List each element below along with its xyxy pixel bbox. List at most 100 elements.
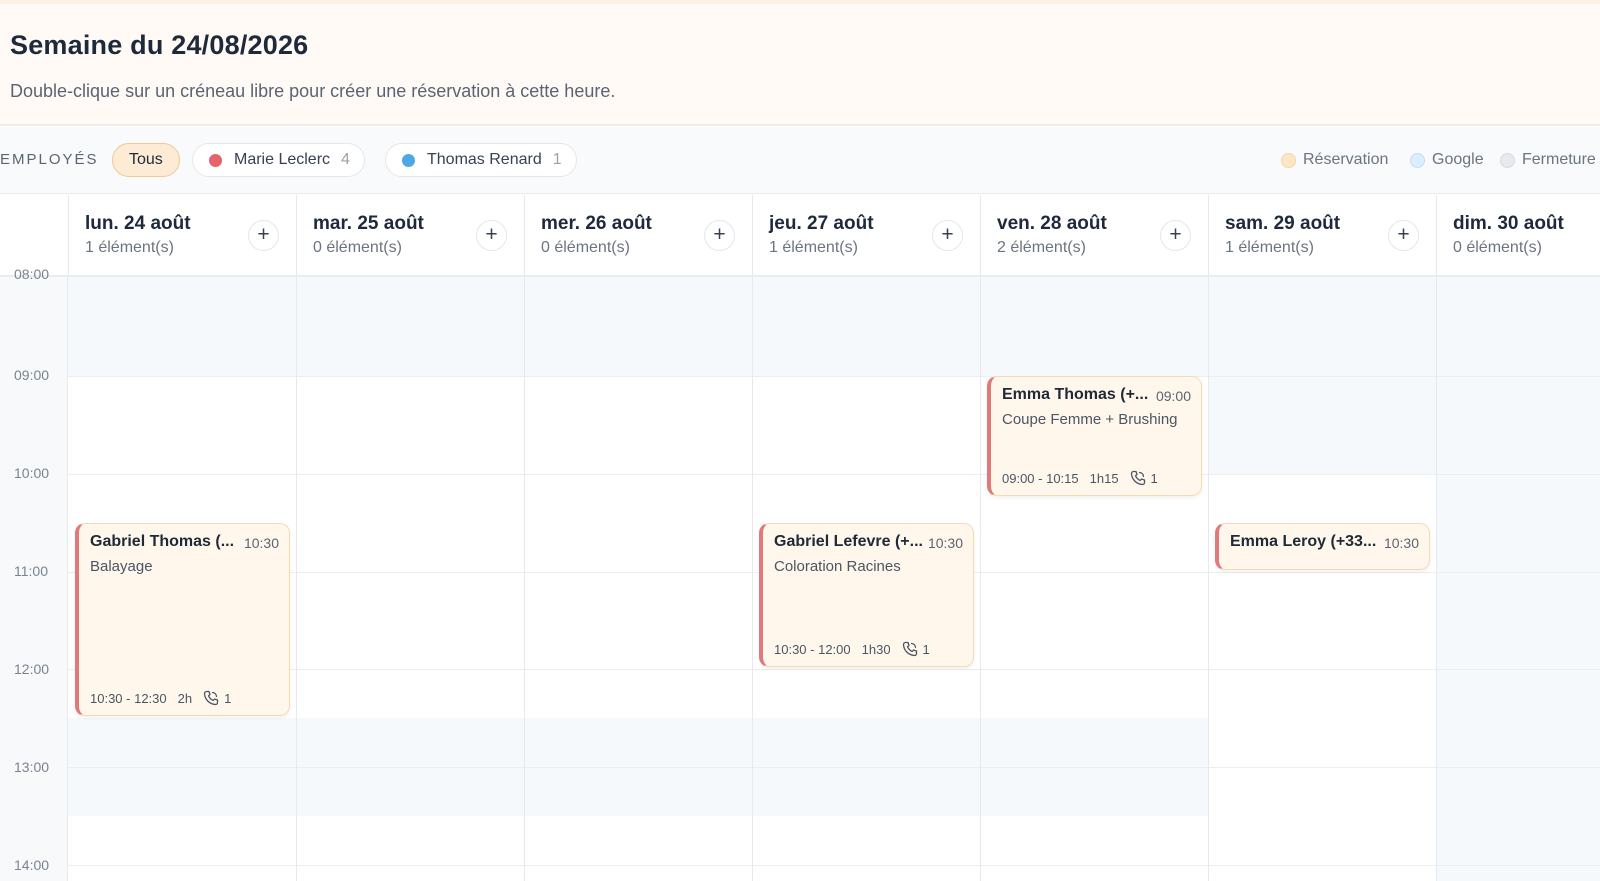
day-item-count: 1 élément(s) <box>769 239 858 256</box>
day-column-divider <box>524 277 525 881</box>
booking-footer: 09:00 - 10:15 1h15 1 <box>1002 470 1158 486</box>
day-item-count: 0 élément(s) <box>541 239 630 256</box>
day-item-count: 1 élément(s) <box>85 239 174 256</box>
day-item-count: 2 élément(s) <box>997 239 1086 256</box>
day-column-divider <box>296 277 297 881</box>
employees-filter-label: EMPLOYÉS <box>0 151 99 168</box>
hour-line <box>68 669 1600 670</box>
add-booking-button[interactable]: + <box>1388 220 1419 251</box>
day-name: mer. 26 août <box>541 213 652 234</box>
booking-client-name: Gabriel Lefevre (+... <box>774 533 923 550</box>
hour-label: 12:00 <box>14 661 50 677</box>
booking-service: Balayage <box>90 558 153 575</box>
filter-chip-all-label: Tous <box>129 151 163 168</box>
day-name: jeu. 27 août <box>769 213 874 234</box>
booking-call-count: 1 <box>224 690 232 706</box>
booking-service: Coloration Racines <box>774 558 901 575</box>
employee-color-dot <box>402 153 415 167</box>
time-gutter-header <box>0 195 68 277</box>
day-item-count: 1 élément(s) <box>1225 239 1314 256</box>
legend-dot-google <box>1410 152 1425 168</box>
day-column-divider <box>980 277 981 881</box>
hour-label: 13:00 <box>14 759 50 775</box>
day-column-divider <box>1436 277 1437 881</box>
booking-start-time: 10:30 <box>927 535 963 551</box>
closed-slot <box>1436 277 1600 881</box>
hour-line <box>68 767 1600 768</box>
hour-line <box>68 474 1600 475</box>
booking-client-name: Emma Leroy (+33... <box>1230 533 1377 550</box>
filter-chip-all[interactable]: Tous <box>112 143 180 177</box>
filter-chip-thomas-renard[interactable]: Thomas Renard 1 <box>385 143 577 177</box>
booking-duration: 1h15 <box>1089 470 1119 486</box>
day-name: ven. 28 août <box>997 213 1107 234</box>
booking-footer: 10:30 - 12:00 1h30 1 <box>774 641 930 657</box>
booking-time-range: 09:00 - 10:15 <box>1002 470 1079 486</box>
booking-card[interactable]: Gabriel Lefevre (+... 10:30 Coloration R… <box>759 523 974 667</box>
day-header-tuesday: mar. 25 août 0 élément(s) + <box>296 195 524 277</box>
filter-chip-marie-leclerc[interactable]: Marie Leclerc 4 <box>192 143 365 177</box>
employee-count: 1 <box>552 151 562 168</box>
legend-reservation: Réservation <box>1281 151 1388 169</box>
time-gutter: 08:00 09:00 10:00 11:00 12:00 13:00 14:0… <box>0 266 68 881</box>
employee-name: Thomas Renard <box>427 151 542 168</box>
day-name: mar. 25 août <box>313 213 424 234</box>
booking-time-range: 10:30 - 12:30 <box>90 690 167 706</box>
phone-icon <box>203 690 219 706</box>
day-column-divider <box>1208 277 1209 881</box>
page-subtitle: Double-clique sur un créneau libre pour … <box>10 81 616 101</box>
day-column-divider <box>752 277 753 881</box>
employee-color-dot <box>209 153 222 167</box>
day-header-monday: lun. 24 août 1 élément(s) + <box>68 195 296 277</box>
legend-dot-reservation <box>1281 152 1296 168</box>
employee-filter-bar: EMPLOYÉS Tous Marie Leclerc 4 Thomas Ren… <box>0 127 1600 194</box>
employee-name: Marie Leclerc <box>234 151 331 168</box>
add-booking-button[interactable]: + <box>1160 220 1191 251</box>
day-header-friday: ven. 28 août 2 élément(s) + <box>980 195 1208 277</box>
hour-line <box>68 376 1600 377</box>
legend-label: Google <box>1432 151 1484 168</box>
add-booking-button[interactable]: + <box>476 220 507 251</box>
booking-start-time: 10:30 <box>243 535 279 551</box>
week-time-grid[interactable]: 08:00 09:00 10:00 11:00 12:00 13:00 14:0… <box>0 266 1600 881</box>
day-item-count: 0 élément(s) <box>1453 239 1542 256</box>
phone-icon <box>902 641 917 657</box>
phone-icon <box>1130 470 1145 486</box>
booking-time-range: 10:30 - 12:00 <box>774 641 851 657</box>
add-booking-button[interactable]: + <box>932 220 963 251</box>
day-item-count: 0 élément(s) <box>313 239 402 256</box>
day-header-saturday: sam. 29 août 1 élément(s) + <box>1208 195 1436 277</box>
booking-card[interactable]: Gabriel Thomas (... 10:30 Balayage 10:30… <box>75 523 290 716</box>
booking-client-name: Gabriel Thomas (... <box>90 533 235 550</box>
hour-label: 14:00 <box>14 857 50 873</box>
add-booking-button[interactable]: + <box>704 220 735 251</box>
day-name: dim. 30 août <box>1453 213 1564 234</box>
booking-call-count: 1 <box>1150 470 1158 486</box>
legend-dot-fermeture <box>1500 152 1515 168</box>
closed-slot <box>68 277 1208 376</box>
booking-start-time: 09:00 <box>1155 388 1191 404</box>
booking-card[interactable]: Emma Thomas (+... 09:00 Coupe Femme + Br… <box>987 376 1202 496</box>
legend-google: Google <box>1410 151 1484 169</box>
legend-label: Fermeture <box>1522 151 1596 168</box>
day-header-wednesday: mer. 26 août 0 élément(s) + <box>524 195 752 277</box>
legend-fermeture: Fermeture <box>1500 151 1596 169</box>
hour-line <box>68 865 1600 866</box>
day-header-thursday: jeu. 27 août 1 élément(s) + <box>752 195 980 277</box>
page-title: Semaine du 24/08/2026 <box>10 30 309 60</box>
day-name: lun. 24 août <box>85 213 191 234</box>
hour-label: 09:00 <box>14 367 50 383</box>
booking-footer: 10:30 - 12:30 2h 1 <box>90 690 231 706</box>
booking-duration: 2h <box>177 690 193 706</box>
booking-start-time: 10:30 <box>1383 535 1419 551</box>
booking-call-count: 1 <box>922 641 930 657</box>
page-header: Semaine du 24/08/2026 Double-clique sur … <box>0 0 1600 126</box>
day-header-sunday: dim. 30 août 0 élément(s) <box>1436 195 1600 277</box>
hour-label: 11:00 <box>14 563 48 579</box>
legend-label: Réservation <box>1303 151 1389 168</box>
add-booking-button[interactable]: + <box>248 220 279 251</box>
booking-service: Coupe Femme + Brushing <box>1002 411 1178 428</box>
booking-client-name: Emma Thomas (+... <box>1002 386 1149 403</box>
booking-card[interactable]: Emma Leroy (+33... 10:30 <box>1215 523 1430 570</box>
employee-count: 4 <box>341 151 350 168</box>
